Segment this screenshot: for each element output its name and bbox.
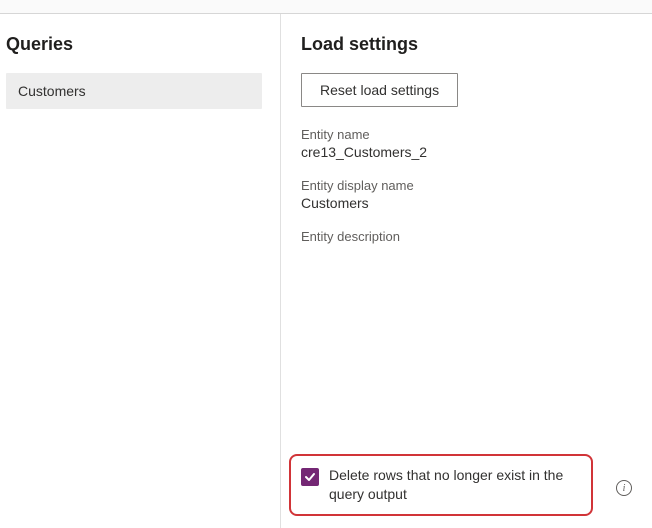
entity-display-name-value: Customers (301, 195, 632, 211)
main-container: Queries Customers Load settings Reset lo… (0, 14, 652, 528)
delete-rows-callout: Delete rows that no longer exist in the … (289, 454, 593, 516)
queries-title: Queries (6, 34, 262, 55)
query-item-customers[interactable]: Customers (6, 73, 262, 109)
delete-rows-checkbox[interactable] (301, 468, 319, 486)
entity-name-label: Entity name (301, 127, 632, 142)
top-divider (0, 0, 652, 14)
load-settings-pane: Load settings Reset load settings Entity… (280, 14, 652, 528)
delete-rows-label: Delete rows that no longer exist in the … (329, 466, 581, 504)
queries-pane: Queries Customers (0, 14, 280, 528)
reset-load-settings-button[interactable]: Reset load settings (301, 73, 458, 107)
entity-name-value: cre13_Customers_2 (301, 144, 632, 160)
checkmark-icon (304, 471, 316, 483)
load-settings-title: Load settings (301, 34, 632, 55)
info-icon[interactable]: i (616, 480, 632, 496)
entity-description-label: Entity description (301, 229, 632, 244)
entity-display-name-label: Entity display name (301, 178, 632, 193)
